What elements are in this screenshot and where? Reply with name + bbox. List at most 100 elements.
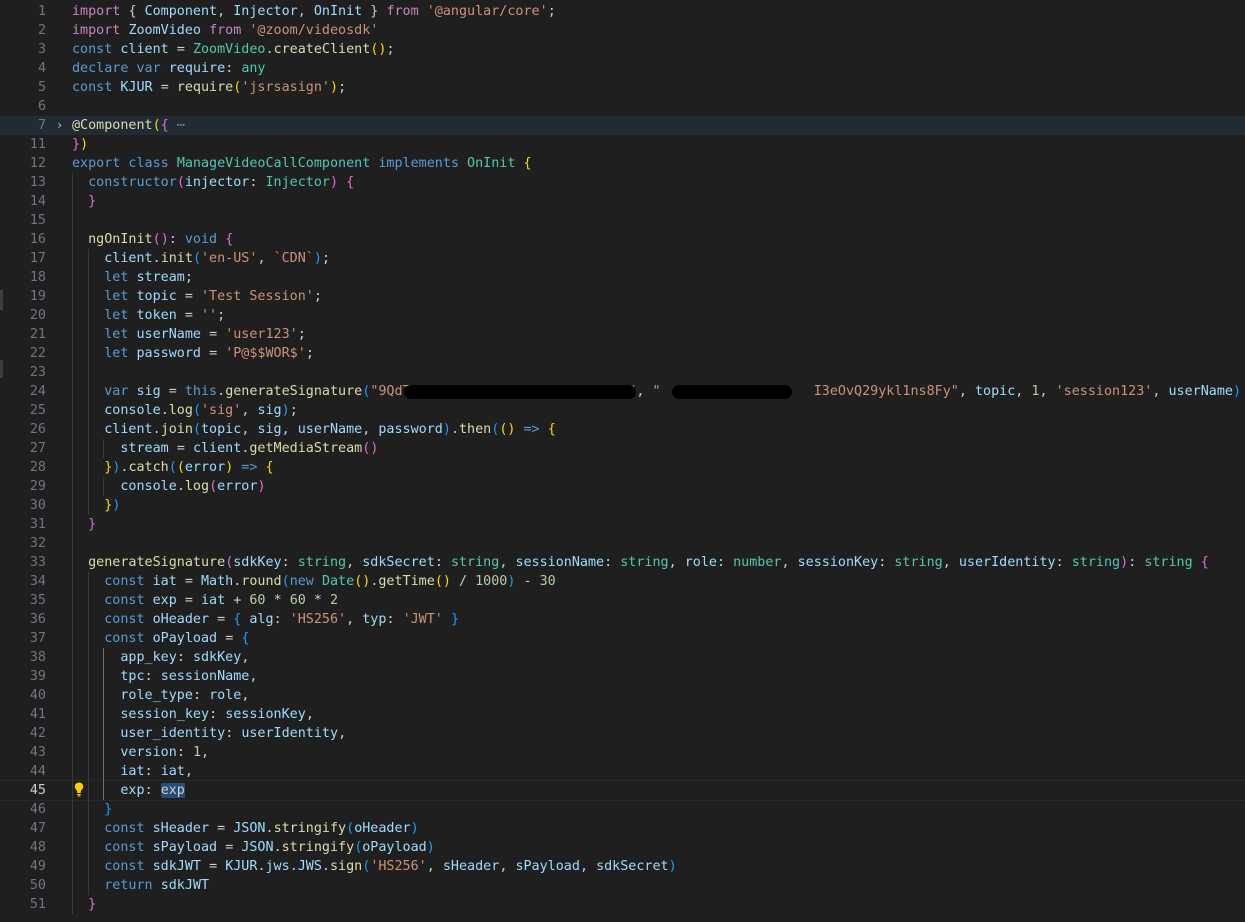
code-token: ) <box>1120 555 1129 570</box>
code-token: . <box>321 859 330 874</box>
code-token: import <box>72 4 129 19</box>
code-line[interactable]: 11}) <box>0 135 1245 154</box>
code-token: const <box>104 840 153 855</box>
code-token: sdkKey <box>233 555 282 570</box>
code-token: : <box>434 555 451 570</box>
code-line[interactable]: 38 app_key: sdkKey, <box>0 648 1245 667</box>
code-token: => <box>515 422 548 437</box>
code-text: console.log(error) <box>72 477 265 496</box>
code-line[interactable]: 2 import ZoomVideo from '@zoom/videosdk' <box>0 21 1245 40</box>
code-text: let topic = 'Test Session'; <box>72 287 322 306</box>
code-token: new <box>289 574 322 589</box>
code-token: = <box>209 859 226 874</box>
code-token: , <box>241 403 258 418</box>
code-line[interactable]: 36 const oHeader = { alg: 'HS256', typ: … <box>0 610 1245 629</box>
code-line[interactable]: 51 } <box>0 895 1245 914</box>
line-number: 7 <box>37 118 46 133</box>
code-line[interactable]: 19 let topic = 'Test Session'; <box>0 287 1245 306</box>
code-line[interactable]: 12 export class ManageVideoCallComponent … <box>0 154 1245 173</box>
code-token: userIdentity <box>958 555 1056 570</box>
code-token: ( <box>346 821 355 836</box>
code-line[interactable]: 18 let stream; <box>0 268 1245 287</box>
code-line[interactable]: 33 generateSignature(sdkKey: string, sdk… <box>0 553 1245 572</box>
code-token: version <box>120 745 177 760</box>
code-token: } <box>72 137 81 152</box>
code-line[interactable]: 28 }).catch((error) => { <box>0 458 1245 477</box>
code-editor[interactable]: 1 import { Component, Injector, OnInit } … <box>0 0 1245 922</box>
code-token: = <box>225 631 242 646</box>
code-token: exp <box>160 783 185 798</box>
code-line[interactable]: 27 stream = client.getMediaStream() <box>0 439 1245 458</box>
code-text: let password = 'P@$$WOR$'; <box>72 344 314 363</box>
code-token: ( <box>434 574 443 589</box>
code-line[interactable]: 48 const sPayload = JSON.stringify(oPayl… <box>0 838 1245 857</box>
chevron-right-icon[interactable]: › <box>56 116 63 135</box>
code-line[interactable]: 50 return sdkJWT <box>0 876 1245 895</box>
code-token: { <box>523 156 532 171</box>
code-text: return sdkJWT <box>72 876 209 895</box>
code-line[interactable]: 34 const iat = Math.round(new Date().get… <box>0 572 1245 591</box>
code-line[interactable]: 4 declare var require: any <box>0 59 1245 78</box>
code-line[interactable]: 6 <box>0 97 1245 116</box>
code-token: sdkSecret <box>596 859 669 874</box>
code-token: ManageVideoCallComponent <box>176 156 379 171</box>
line-number: 14 <box>29 194 46 209</box>
code-line[interactable]: 42 user_identity: userIdentity, <box>0 724 1245 743</box>
code-line[interactable]: 35 const exp = iat + 60 * 60 * 2 <box>0 591 1245 610</box>
code-token: . <box>160 403 169 418</box>
code-line[interactable]: 37 const oPayload = { <box>0 629 1245 648</box>
code-line[interactable]: 40 role_type: role, <box>0 686 1245 705</box>
code-token: : <box>281 555 298 570</box>
line-number: 36 <box>29 612 46 627</box>
code-line[interactable]: 5 const KJUR = require('jsrsasign'); <box>0 78 1245 97</box>
code-line[interactable]: 3 const client = ZoomVideo.createClient()… <box>0 40 1245 59</box>
code-token: let <box>104 346 137 361</box>
code-token: client <box>104 251 153 266</box>
code-line[interactable]: 15 <box>0 211 1245 230</box>
code-token: iat <box>201 593 234 608</box>
code-token: user_identity <box>120 726 226 741</box>
code-line[interactable]: 49 const sdkJWT = KJUR.jws.JWS.sign('HS2… <box>0 857 1245 876</box>
code-line[interactable]: 29 console.log(error) <box>0 477 1245 496</box>
code-token: const <box>104 631 153 646</box>
code-token: JSON <box>241 840 274 855</box>
code-line[interactable]: 21 let userName = 'user123'; <box>0 325 1245 344</box>
code-line[interactable]: 17 client.init('en-US', `CDN`); <box>0 249 1245 268</box>
code-line[interactable]: 39 tpc: sessionName, <box>0 667 1245 686</box>
code-line[interactable]: 47 const sHeader = JSON.stringify(oHeade… <box>0 819 1245 838</box>
line-number: 12 <box>29 156 46 171</box>
code-line[interactable]: 25 console.log('sig', sig); <box>0 401 1245 420</box>
code-token: , <box>249 669 258 684</box>
code-line[interactable]: 45 exp: exp <box>0 780 1245 801</box>
code-line[interactable]: 26 client.join(topic, sig, userName, pas… <box>0 420 1245 439</box>
code-line[interactable]: 31 } <box>0 515 1245 534</box>
code-line[interactable]: 1 import { Component, Injector, OnInit } … <box>0 2 1245 21</box>
code-text: }) <box>72 496 120 515</box>
code-line[interactable]: 14 } <box>0 192 1245 211</box>
code-line[interactable]: 13 constructor(injector: Injector) { <box>0 173 1245 192</box>
code-line[interactable]: 20 let token = ''; <box>0 306 1245 325</box>
code-token: = <box>209 346 226 361</box>
code-line[interactable]: 23 <box>0 363 1245 382</box>
code-token: let <box>104 327 137 342</box>
code-text: declare var require: any <box>72 59 266 78</box>
code-line[interactable]: 32 <box>0 534 1245 553</box>
code-line[interactable]: 7 › @Component({ ⋯ <box>0 116 1245 135</box>
code-token: 'session123' <box>1055 384 1153 399</box>
code-token: : <box>176 650 193 665</box>
code-line[interactable]: 16 ngOnInit(): void { <box>0 230 1245 249</box>
code-line[interactable]: 46 } <box>0 800 1245 819</box>
code-token: 1 <box>192 745 201 760</box>
code-line[interactable]: 41 session_key: sessionKey, <box>0 705 1245 724</box>
code-token: ) <box>668 859 677 874</box>
code-line[interactable]: 44 iat: iat, <box>0 762 1245 781</box>
code-line[interactable]: 30 }) <box>0 496 1245 515</box>
code-token: , <box>241 650 250 665</box>
code-line[interactable]: 22 let password = 'P@$$WOR$'; <box>0 344 1245 363</box>
code-token: , <box>281 422 298 437</box>
code-text: exp: exp <box>72 781 185 800</box>
code-text: } <box>72 192 96 211</box>
code-line[interactable]: 43 version: 1, <box>0 743 1245 762</box>
